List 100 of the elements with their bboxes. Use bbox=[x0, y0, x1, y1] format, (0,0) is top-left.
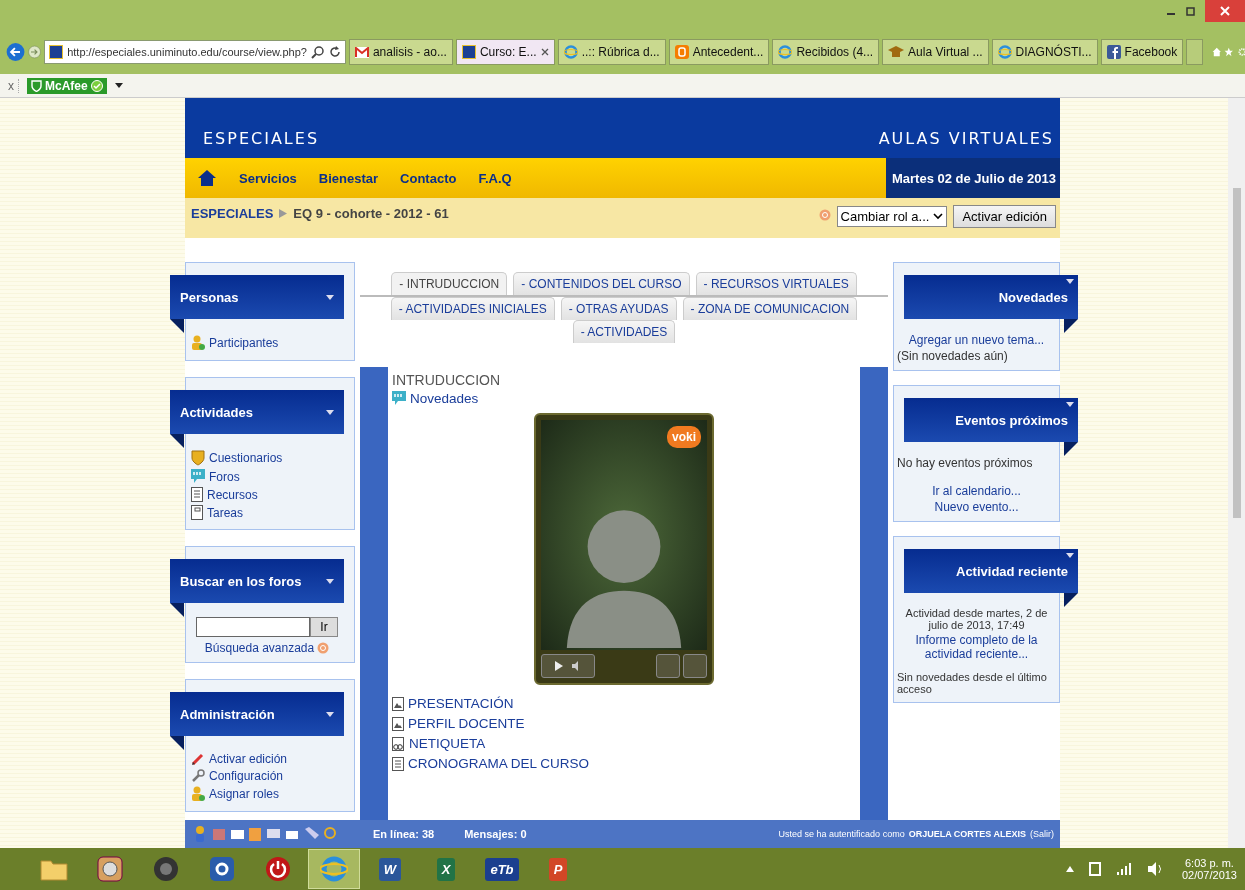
taskbar-app[interactable]: X bbox=[420, 849, 472, 889]
close-tab-icon[interactable] bbox=[540, 48, 549, 56]
address-bar[interactable]: http://especiales.uniminuto.edu/course/view.php? bbox=[44, 40, 346, 64]
speaker-icon bbox=[153, 856, 179, 882]
collapse-icon[interactable] bbox=[326, 294, 334, 300]
block-link[interactable]: Configuración bbox=[209, 769, 284, 783]
nav-link[interactable]: Bienestar bbox=[318, 170, 379, 186]
network-icon[interactable] bbox=[1087, 861, 1102, 877]
block-title: Actividad reciente bbox=[956, 563, 1068, 579]
resource-link[interactable]: CRONOGRAMA DEL CURSO bbox=[408, 756, 590, 771]
browser-tab[interactable]: DIAGNÓSTI... bbox=[991, 39, 1098, 65]
role-select[interactable]: Cambiar rol a... bbox=[836, 206, 948, 227]
notebook-icon bbox=[191, 505, 203, 520]
nav-link[interactable]: F.A.Q bbox=[478, 170, 512, 186]
block-link[interactable]: Asignar roles bbox=[209, 787, 280, 801]
block-link[interactable]: Tareas bbox=[207, 505, 244, 520]
collapse-icon[interactable] bbox=[1066, 553, 1074, 558]
block-title: Eventos próximos bbox=[955, 412, 1068, 428]
clock-date[interactable]: 02/07/2013 bbox=[1181, 869, 1237, 881]
person-icon bbox=[191, 786, 205, 802]
advanced-search-link[interactable]: Búsqueda avanzada bbox=[204, 641, 315, 655]
course-tab[interactable]: - INTRUDUCCION bbox=[391, 272, 508, 295]
volume-icon[interactable] bbox=[1147, 862, 1164, 876]
ribbon-fold bbox=[1064, 593, 1078, 607]
online-count: En línea: 38 bbox=[373, 828, 435, 840]
app-logo: P bbox=[548, 857, 568, 881]
block-link[interactable]: Recursos bbox=[207, 487, 258, 502]
play-button[interactable] bbox=[541, 654, 595, 678]
browser-tab[interactable]: Recibidos (4... bbox=[772, 39, 880, 65]
collapse-icon[interactable] bbox=[326, 711, 334, 717]
signal-icon[interactable] bbox=[1115, 862, 1134, 876]
resource-link[interactable]: PRESENTACIÓN bbox=[408, 696, 514, 711]
close-toolbar-button[interactable]: x bbox=[8, 78, 19, 93]
block-link[interactable]: Activar edición bbox=[209, 752, 288, 766]
app-logo: W bbox=[378, 857, 402, 881]
collapse-icon[interactable] bbox=[1066, 279, 1074, 284]
course-tab[interactable]: - RECURSOS VIRTUALES bbox=[695, 272, 857, 295]
course-tab[interactable]: - ACTIVIDADES INICIALES bbox=[390, 297, 555, 320]
globe-icon bbox=[320, 855, 348, 883]
browser-tab[interactable]: analisis - ao... bbox=[348, 39, 453, 65]
globe-icon bbox=[563, 45, 578, 59]
block-link[interactable]: Agregar un nuevo tema... bbox=[897, 333, 1056, 347]
ribbon-fold bbox=[170, 603, 184, 617]
image-file-icon bbox=[392, 696, 404, 711]
mail-icon bbox=[354, 46, 369, 58]
resource-link[interactable]: NETIQUETA bbox=[409, 736, 486, 751]
taskbar-app[interactable]: W bbox=[364, 849, 416, 889]
url-text: http://especiales.uniminuto.edu/course/view.php? bbox=[67, 46, 307, 58]
forum-link[interactable]: Novedades bbox=[410, 391, 479, 406]
resource-link[interactable]: PERFIL DOCENTE bbox=[408, 716, 525, 731]
course-tab[interactable]: - OTRAS AYUDAS bbox=[560, 297, 677, 320]
user-name[interactable]: ORJUELA CORTES ALEXIS bbox=[908, 829, 1026, 839]
nav-link[interactable]: Contacto bbox=[400, 170, 457, 186]
block-text: Actividad desde martes, 2 de julio de 2013, 17:49 bbox=[904, 607, 1049, 631]
home-icon[interactable] bbox=[197, 169, 217, 187]
search-button[interactable]: Ir bbox=[310, 617, 338, 637]
block-link[interactable]: Cuestionarios bbox=[209, 451, 283, 465]
block-link[interactable]: Nuevo evento... bbox=[897, 500, 1056, 514]
addon-button[interactable]: McAfee bbox=[27, 77, 107, 94]
collapse-icon[interactable] bbox=[1066, 402, 1074, 407]
block-link[interactable]: Informe completo de la actividad reciente... bbox=[897, 633, 1056, 661]
close-button[interactable] bbox=[1205, 0, 1245, 22]
document-icon bbox=[191, 487, 203, 502]
taskbar-app[interactable]: eTb bbox=[476, 849, 528, 889]
app-logo: X bbox=[436, 857, 456, 881]
edit-mode-button[interactable]: Activar edición bbox=[953, 205, 1056, 228]
block-text: (Sin novedades aún) bbox=[897, 349, 1009, 363]
shield-icon bbox=[191, 450, 205, 466]
course-tab[interactable]: - ACTIVIDADES bbox=[572, 320, 676, 343]
refresh-icon[interactable] bbox=[328, 46, 341, 58]
search-field[interactable] bbox=[196, 617, 310, 637]
course-tab[interactable]: - CONTENIDOS DEL CURSO bbox=[513, 272, 690, 295]
block-link[interactable]: Foros bbox=[209, 469, 240, 484]
speech-bubble-icon bbox=[191, 469, 205, 484]
ribbon-fold bbox=[170, 319, 184, 333]
search-icon[interactable] bbox=[310, 45, 325, 59]
browser-tab[interactable]: ..:: Rúbrica d... bbox=[557, 39, 666, 65]
power-icon bbox=[265, 856, 291, 882]
logout-link[interactable]: (Salir) bbox=[1030, 829, 1054, 839]
browser-tab[interactable]: Facebook bbox=[1100, 39, 1184, 65]
clock-time[interactable]: 6:03 p. m. bbox=[1185, 857, 1234, 869]
tray-arrow-icon[interactable] bbox=[1065, 866, 1074, 872]
link-file-icon bbox=[392, 736, 405, 751]
block-link[interactable]: Participantes bbox=[209, 336, 279, 350]
dropdown-icon[interactable] bbox=[114, 82, 123, 89]
block-text: No hay eventos próximos bbox=[897, 456, 1034, 470]
restore-icon[interactable] bbox=[1185, 5, 1197, 17]
course-tab[interactable]: - ZONA DE COMUNICACION bbox=[682, 297, 858, 320]
nav-link[interactable]: Servicios bbox=[239, 170, 297, 186]
browser-tab[interactable]: Antecedent... bbox=[668, 39, 770, 65]
collapse-icon[interactable] bbox=[326, 409, 334, 415]
browser-tab[interactable]: Curso: E... bbox=[455, 39, 555, 65]
speech-bubble-icon bbox=[392, 391, 406, 406]
globe-icon bbox=[778, 45, 793, 59]
breadcrumb-link[interactable]: ESPECIALES bbox=[191, 206, 274, 221]
block-link[interactable]: Ir al calendario... bbox=[897, 484, 1056, 498]
browser-tab[interactable]: Aula Virtual ... bbox=[882, 39, 989, 65]
blog-icon bbox=[674, 45, 689, 59]
taskbar-app[interactable]: P bbox=[532, 849, 584, 889]
collapse-icon[interactable] bbox=[326, 578, 334, 584]
